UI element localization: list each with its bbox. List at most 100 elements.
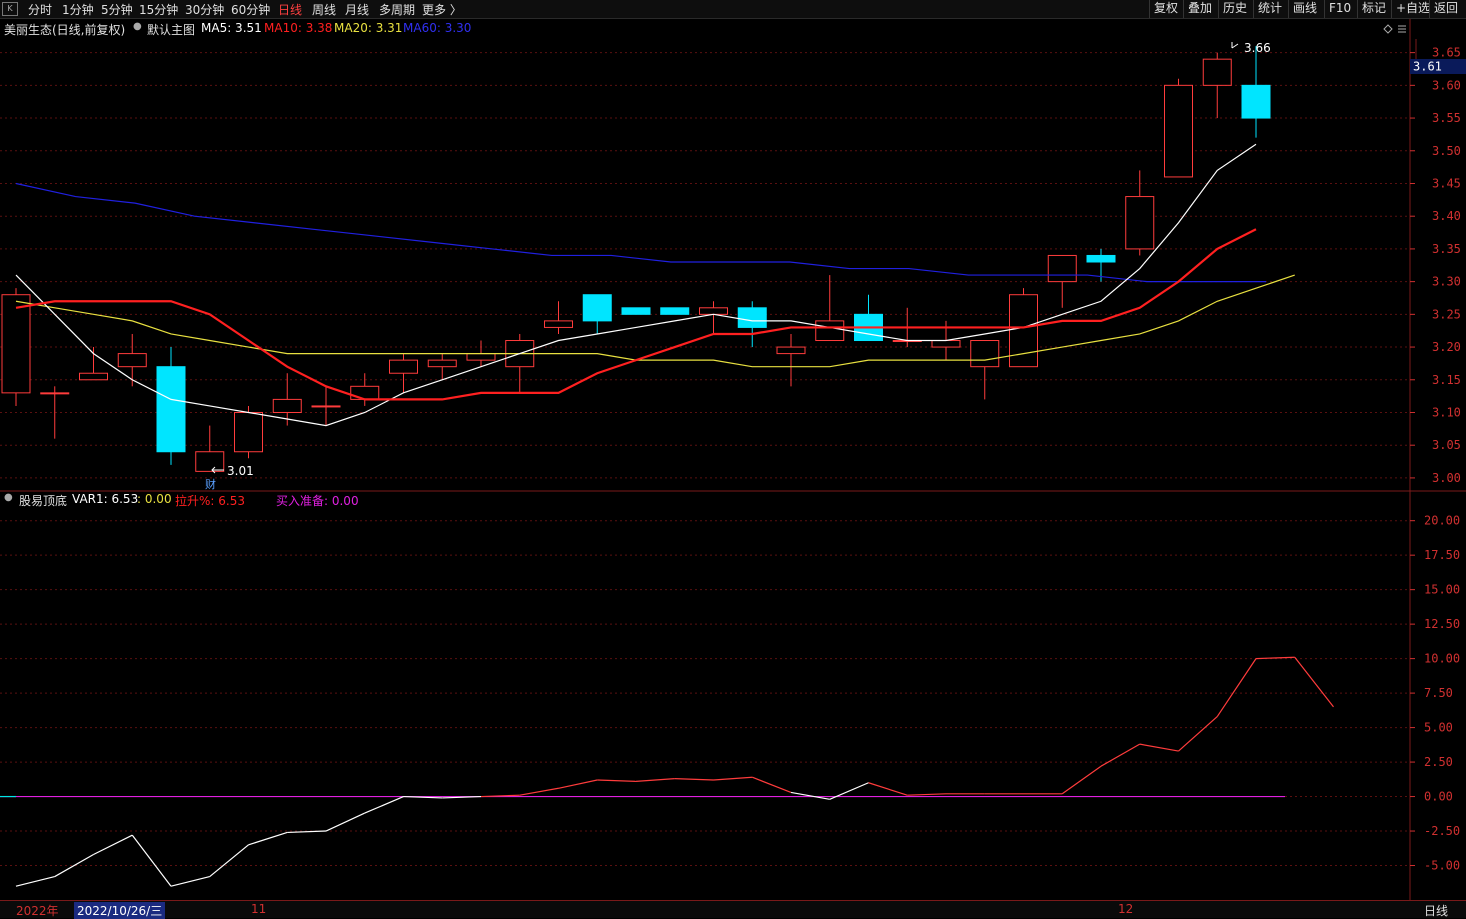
candle-body — [970, 340, 1000, 368]
candle-body — [737, 307, 767, 328]
stats-button[interactable]: 统计 — [1253, 0, 1286, 18]
candle-body — [311, 405, 341, 408]
candle-body — [1009, 294, 1038, 368]
var1-line-segment — [170, 875, 210, 887]
price-tick-label: 3.40 — [1432, 209, 1461, 223]
year-label: 2022年 — [16, 904, 59, 918]
indicator-grid — [0, 520, 1410, 867]
candle-body — [582, 294, 612, 322]
var1-line-segment — [1061, 765, 1102, 795]
history-button[interactable]: 历史 — [1218, 0, 1251, 18]
ma5-value: MA5: 3.51 — [201, 21, 262, 35]
draw-line-button[interactable]: 画线 — [1288, 0, 1321, 18]
tab-more[interactable]: 更多 〉 — [422, 1, 462, 18]
stock-title[interactable]: 美丽生态(日线,前复权) — [4, 21, 125, 38]
indicator-tick-label: 20.00 — [1424, 514, 1460, 528]
indicator-dropdown-icon[interactable]: ● — [4, 492, 13, 503]
indicator-name[interactable]: 股易顶底 — [19, 492, 67, 509]
lasheng-value: 拉升%: 6.53 — [175, 494, 245, 508]
add-watchlist-button[interactable]: +自选 — [1391, 0, 1434, 18]
candle-body — [1241, 84, 1271, 119]
indicator-tick-label: 15.00 — [1424, 583, 1460, 597]
candle-body — [40, 392, 70, 395]
indicator-tick-label: -2.50 — [1424, 824, 1460, 838]
indicator-tick-label: -5.00 — [1424, 859, 1460, 873]
tab-multi-period[interactable]: 多周期 — [379, 1, 415, 18]
var1-line-segment — [15, 875, 55, 887]
indicator-tick-label: 12.50 — [1424, 617, 1460, 631]
template-dropdown-icon[interactable]: ● — [133, 21, 142, 32]
var1-line-segment — [364, 795, 404, 814]
indicator-tick-label: 0.00 — [1424, 790, 1453, 804]
var1-line-segment — [519, 787, 559, 796]
moving-average-lines — [15, 143, 1295, 427]
tab-weekly[interactable]: 周线 — [312, 1, 336, 18]
price-tick-label: 3.20 — [1432, 340, 1461, 354]
candle-body — [427, 359, 457, 368]
var1-line-segment — [1294, 656, 1334, 708]
template-name[interactable]: 默认主图 — [147, 21, 195, 38]
menu-icon[interactable] — [1398, 25, 1406, 33]
price-tick-label: 3.30 — [1432, 275, 1461, 289]
price-tick-label: 3.55 — [1432, 111, 1461, 125]
price-tick-label: 3.50 — [1432, 144, 1461, 158]
tab-fenshi[interactable]: 分时 — [28, 1, 52, 18]
candle-body — [815, 320, 845, 342]
indicator-tick-label: 17.50 — [1424, 548, 1460, 562]
candle-body — [389, 359, 418, 374]
low-marker: 3.01 — [227, 464, 254, 478]
diamond-icon[interactable] — [1383, 24, 1393, 34]
price-axis: 3.65 3.60 3.55 3.50 3.45 3.40 3.35 3.30 3.25 3.20… — [1410, 46, 1461, 485]
indicator-tick-label: 2.50 — [1424, 755, 1453, 769]
var1-line-segment — [674, 778, 714, 781]
var1-line-segment — [1139, 743, 1179, 752]
finance-marker[interactable]: 财 — [205, 477, 216, 491]
mark-button[interactable]: 标记 — [1357, 0, 1390, 18]
var1-line-segment — [752, 776, 792, 793]
tab-1min[interactable]: 1分钟 — [62, 1, 94, 18]
ma5-line — [15, 143, 1257, 427]
month-11-label: 11 — [251, 902, 267, 916]
var1-line-segment — [558, 779, 598, 789]
indicator-lines — [0, 656, 1334, 887]
var1-line-segment — [868, 782, 908, 796]
zero-value: : 0.00 — [137, 492, 172, 506]
candle-body — [272, 398, 302, 413]
price-tick-label: 3.00 — [1432, 471, 1461, 485]
var1-line-segment — [248, 831, 288, 846]
tab-daily[interactable]: 日线 — [278, 1, 302, 18]
var1-line-segment — [1255, 656, 1295, 660]
candle-body — [350, 385, 380, 400]
tab-60min[interactable]: 60分钟 — [231, 1, 270, 18]
candle-body — [931, 340, 961, 348]
candle-body — [1086, 254, 1116, 263]
tab-15min[interactable]: 15分钟 — [139, 1, 178, 18]
candle-body — [1125, 196, 1155, 250]
var1-line-segment — [1100, 743, 1141, 767]
candle-body — [1202, 58, 1232, 86]
indicator-tick-label: 7.50 — [1424, 686, 1453, 700]
back-button[interactable]: 返回 — [1429, 0, 1462, 18]
buy-prep-value: 买入准备: 0.00 — [276, 494, 359, 508]
candle-body — [660, 307, 690, 315]
price-tick-label: 3.05 — [1432, 438, 1461, 452]
candle-body — [1047, 254, 1077, 283]
tab-30min[interactable]: 30分钟 — [185, 1, 224, 18]
high-marker: 3.66 — [1244, 41, 1271, 55]
overlay-button[interactable]: 叠加 — [1183, 0, 1216, 18]
tab-5min[interactable]: 5分钟 — [101, 1, 133, 18]
var1-line-segment — [907, 793, 947, 796]
kline-chart-area[interactable]: 3.65 3.60 3.55 3.50 3.45 3.40 3.35 3.30 3.25 3.20… — [0, 0, 1466, 917]
period-label[interactable]: 日线 — [1424, 902, 1448, 919]
app-menu-icon[interactable]: K — [2, 2, 18, 16]
tab-monthly[interactable]: 月线 — [345, 1, 369, 18]
price-tick-label: 3.35 — [1432, 242, 1461, 256]
var1-line-segment — [131, 834, 172, 887]
candle-body — [621, 307, 651, 315]
fuquan-button[interactable]: 复权 — [1149, 0, 1182, 18]
candle-body — [1, 294, 31, 394]
price-tick-label: 3.10 — [1432, 405, 1461, 419]
price-tick-label: 3.15 — [1432, 373, 1461, 387]
cursor-date-label: 2022/10/26/三 — [74, 902, 166, 919]
f10-button[interactable]: F10 — [1324, 0, 1355, 18]
